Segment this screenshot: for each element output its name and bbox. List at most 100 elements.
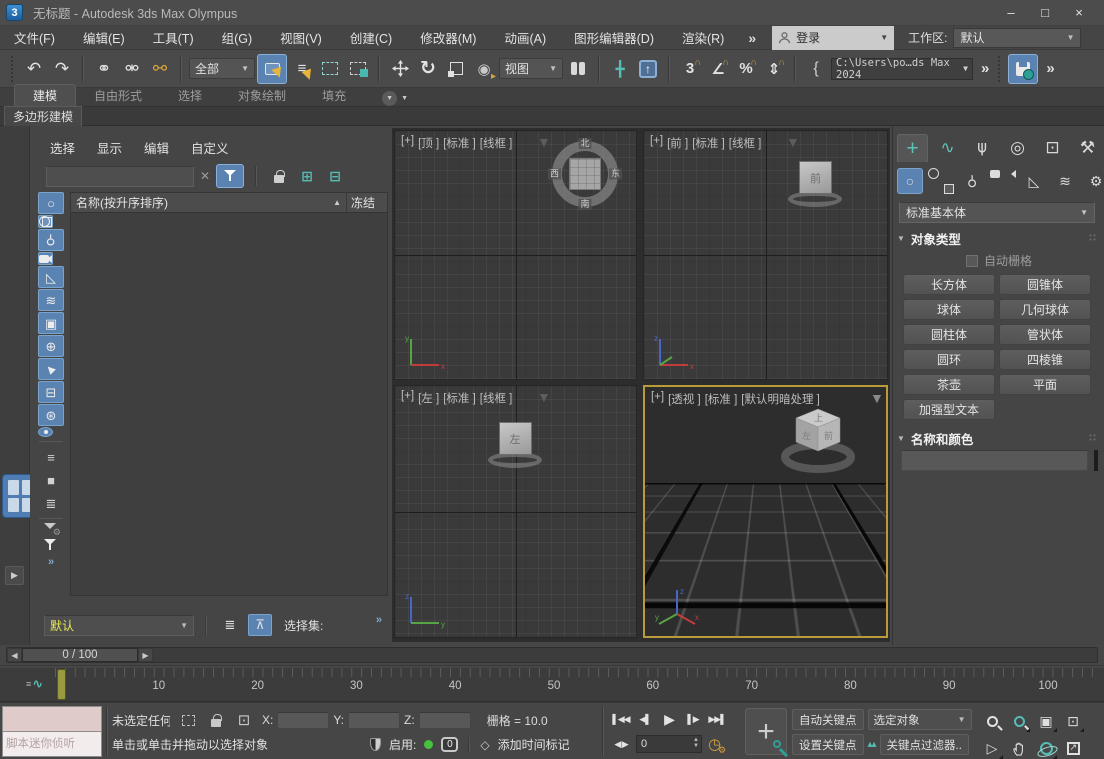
explorer-box-tool-icon[interactable]: ■ — [38, 469, 64, 491]
column-header-frozen[interactable]: 冻结 — [347, 193, 387, 212]
explorer-toolbar-overflow[interactable]: » — [48, 556, 54, 568]
current-frame-field[interactable]: 0 ▲▼ — [636, 735, 702, 753]
display-geometry-icon[interactable]: ○ — [38, 192, 64, 214]
zoom-button[interactable] — [980, 709, 1004, 733]
menu-item[interactable]: 图形编辑器(D) — [560, 26, 668, 50]
object-name-input[interactable] — [901, 450, 1088, 471]
viewport-label-segment[interactable]: [标准 ] — [443, 390, 476, 406]
object-type-button[interactable]: 几何球体 — [999, 299, 1091, 320]
display-lights-icon[interactable]: ⚲ — [38, 229, 64, 251]
utilities-tab[interactable]: ⚒ — [1072, 134, 1103, 162]
display-visibility-icon[interactable] — [38, 427, 53, 437]
systems-category-icon[interactable]: ⚙ — [1083, 168, 1104, 194]
set-key-button[interactable]: 设置关键点 — [792, 734, 864, 755]
select-and-rotate-button[interactable]: ↻ — [415, 56, 441, 82]
set-keys-button[interactable]: + — [745, 708, 787, 755]
x-coordinate-field[interactable] — [277, 712, 329, 729]
explorer-menu-item[interactable]: 自定义 — [191, 138, 229, 157]
maximize-viewport-toggle[interactable] — [1061, 736, 1085, 759]
go-to-start-button[interactable]: ▌◀◀ — [612, 709, 630, 729]
previous-frame-button[interactable]: ◀ — [7, 648, 22, 662]
menu-item[interactable]: 修改器(M) — [406, 26, 490, 50]
viewport-degradation-icon[interactable]: ▼ — [537, 389, 551, 405]
object-type-button[interactable]: 圆柱体 — [903, 324, 995, 345]
go-to-end-button[interactable]: ▶▶▌ — [708, 709, 726, 729]
object-type-button[interactable]: 平面 — [999, 374, 1091, 395]
menu-item[interactable]: 创建(C) — [336, 26, 406, 50]
explorer-search-input[interactable] — [46, 166, 194, 187]
modify-tab[interactable]: ∿ — [932, 134, 963, 162]
mini-curve-editor-button[interactable]: ≡ ∿ — [26, 676, 43, 692]
explorer-menu-item[interactable]: 显示 — [97, 138, 122, 157]
filter-funnel-icon[interactable] — [44, 539, 56, 551]
advanced-filter-icon[interactable] — [44, 523, 58, 535]
autobackup-toggle[interactable] — [1008, 54, 1038, 84]
viewport-label-segment[interactable]: [线框 ] — [480, 390, 513, 406]
rectangular-selection-region-button[interactable] — [317, 56, 343, 82]
use-pivot-center-button[interactable] — [565, 56, 591, 82]
viewport-degradation-icon[interactable]: ▼ — [537, 134, 551, 150]
object-type-button[interactable]: 球体 — [903, 299, 995, 320]
viewport-label-segment[interactable]: [+] — [651, 391, 664, 407]
viewport-label-segment[interactable]: [线框 ] — [480, 135, 513, 151]
ribbon-tab[interactable]: 自由形式 — [76, 85, 160, 106]
layers-button[interactable]: ≣ — [218, 614, 242, 636]
key-filter-scope-dropdown[interactable]: 选定对象 ▼ — [868, 709, 972, 730]
select-object-button[interactable] — [257, 54, 287, 84]
auto-key-button[interactable]: 自动关键点 — [792, 709, 864, 730]
column-header-name[interactable]: 名称(按升序排序) ▲ — [71, 193, 347, 212]
listener-macro-line[interactable] — [2, 706, 102, 732]
trackbar-playhead[interactable] — [57, 669, 66, 700]
viewport-label-segment[interactable]: [前 ] — [667, 135, 688, 151]
menu-item[interactable]: 动画(A) — [490, 26, 560, 50]
select-and-scale-button[interactable] — [443, 56, 469, 82]
viewport-label-segment[interactable]: [+] — [401, 390, 414, 406]
display-particles-icon[interactable]: ⊛ — [38, 404, 64, 426]
viewport-perspective-active[interactable]: [+][透视 ][标准 ][默认明暗处理 ] ▼ 上 左 前 zyx — [643, 385, 888, 638]
viewcube-front-label[interactable]: 前 — [824, 430, 833, 441]
play-button[interactable]: ▶ — [660, 709, 678, 729]
create-tab[interactable]: + — [897, 134, 928, 162]
viewcube-left-view[interactable]: 左 — [487, 420, 545, 472]
explorer-notes-tool-icon[interactable]: ≣ — [38, 492, 64, 514]
explorer-filter-button[interactable] — [216, 164, 244, 188]
time-slider-handle[interactable]: 0 / 100 — [22, 648, 138, 662]
toolbar-grip[interactable] — [997, 55, 1002, 83]
undo-button[interactable]: ↶ — [21, 56, 47, 82]
y-coordinate-field[interactable] — [348, 712, 400, 729]
selection-filter-dropdown[interactable]: 全部 ▼ — [189, 58, 255, 79]
shapes-category-icon[interactable] — [928, 168, 954, 194]
lights-category-icon[interactable]: ⚲ — [959, 168, 985, 194]
viewport-label-segment[interactable]: [标准 ] — [705, 391, 738, 407]
absolute-relative-coord-toggle[interactable]: ⊡ — [234, 711, 254, 729]
name-color-rollout-header[interactable]: ▼ 名称和颜色 ∷ — [897, 428, 1097, 448]
explorer-menu-item[interactable]: 选择 — [50, 138, 75, 157]
lock-explorer-button[interactable] — [268, 165, 290, 187]
toolbar-overflow-chevron[interactable]: » — [975, 60, 995, 77]
object-type-button[interactable]: 管状体 — [999, 324, 1091, 345]
add-time-tag-button[interactable]: 添加时间标记 — [498, 736, 570, 753]
notification-count-button[interactable]: 0 — [441, 737, 458, 752]
field-of-view-button[interactable]: ▷ — [980, 736, 1004, 759]
reference-coordinate-dropdown[interactable]: 视图 ▼ — [499, 58, 563, 79]
autogrid-checkbox[interactable] — [966, 255, 978, 267]
menu-item[interactable]: 文件(F) — [0, 26, 69, 50]
viewport-label-segment[interactable]: [左 ] — [418, 390, 439, 406]
login-dropdown[interactable]: 登录 ▼ — [772, 26, 894, 50]
ribbon-tab[interactable]: 填充 — [304, 85, 364, 106]
menu-item[interactable]: 视图(V) — [266, 26, 336, 50]
object-type-button[interactable]: 四棱锥 — [999, 349, 1091, 370]
viewport-left[interactable]: [+][左 ][标准 ][线框 ] ▼ 左 zy — [394, 385, 637, 638]
ribbon-tab[interactable]: 建模 — [14, 84, 76, 106]
frame-step-spinner[interactable]: ◀ ▶ — [612, 734, 630, 754]
next-key-button[interactable]: ▌▶ — [684, 709, 702, 729]
ribbon-tab[interactable]: 选择 — [160, 85, 220, 106]
keyboard-shortcut-override-toggle[interactable]: ↑ — [635, 56, 661, 82]
redo-button[interactable]: ↷ — [49, 56, 75, 82]
select-and-place-button[interactable]: ◉ ▸ — [471, 56, 497, 82]
toolbar-overflow-chevron[interactable]: » — [1040, 60, 1060, 77]
select-and-manipulate-button[interactable]: ╋ — [607, 56, 633, 82]
geometry-category-icon[interactable]: ○ — [897, 168, 923, 194]
zoom-extents-button[interactable]: ▣ — [1034, 709, 1058, 733]
viewport-label-segment[interactable]: [标准 ] — [692, 135, 725, 151]
